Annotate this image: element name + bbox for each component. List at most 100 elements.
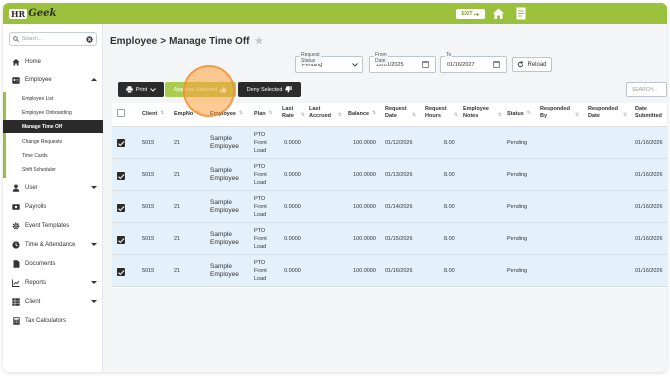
- breadcrumb-parent[interactable]: Employee: [110, 36, 157, 47]
- submenu-item-shift-scheduler[interactable]: Shift Scheduler: [3, 163, 103, 176]
- submenu-item-label: Employee List: [22, 95, 54, 102]
- sidebar-item-label: Reports: [25, 280, 47, 286]
- column-header-last-accrued[interactable]: Last Accrued ⇅: [309, 106, 342, 120]
- select-all-checkbox[interactable]: [117, 109, 125, 117]
- submenu-item-change-requests[interactable]: Change Requests: [3, 135, 103, 148]
- row-checkbox[interactable]: [117, 236, 125, 244]
- column-header-client[interactable]: Client ⇅: [142, 110, 164, 118]
- sort-icon: ⇅: [196, 110, 201, 116]
- chevron-down-icon: [150, 87, 156, 92]
- row-checkbox[interactable]: [117, 204, 125, 212]
- favorite-star-icon[interactable]: ★: [254, 36, 263, 47]
- column-header-date-submitted[interactable]: Date Submitted: [635, 106, 667, 120]
- sidebar-item-home[interactable]: Home: [3, 55, 103, 69]
- table-row[interactable]: 5015 21 Sample Employee PTO Front Load 0…: [112, 255, 667, 287]
- sidebar-item-user[interactable]: User: [3, 181, 103, 195]
- to-date-input[interactable]: 01/16/2027: [440, 56, 507, 73]
- sidebar-item-client[interactable]: Client: [3, 295, 103, 309]
- row-checkbox[interactable]: [117, 268, 125, 276]
- cell-client: 5015: [142, 204, 155, 210]
- submenu-item-employee-onboarding[interactable]: Employee Onboarding: [3, 106, 103, 119]
- sort-icon: ⇅: [238, 110, 243, 116]
- deny-label: Deny Selected: [246, 86, 283, 93]
- sidebar-item-employee[interactable]: Employee: [3, 73, 103, 87]
- cell-balance: 100.0000: [353, 204, 376, 210]
- sidebar-item-reports[interactable]: Reports: [3, 276, 103, 290]
- sidebar-search-placeholder: Search...: [22, 36, 43, 42]
- home-icon[interactable]: [492, 7, 505, 20]
- app-logo[interactable]: HR Geek: [9, 5, 56, 22]
- sidebar-item-documents[interactable]: Documents: [3, 257, 103, 271]
- cell-last-rate: 0.0000: [284, 268, 301, 274]
- column-header-responded-date[interactable]: Responded Date ⇅: [588, 106, 627, 120]
- row-checkbox[interactable]: [117, 172, 125, 180]
- chevron-down-icon: [91, 300, 97, 303]
- cell-date-submitted: 01/16/2026: [635, 268, 663, 274]
- table-row[interactable]: 5015 21 Sample Employee PTO Front Load 0…: [112, 159, 667, 191]
- cell-request-date: 01/16/2026: [385, 268, 413, 274]
- column-header-last-rate[interactable]: Last Rate ⇅: [282, 106, 305, 120]
- column-label: Responded Date: [588, 106, 618, 119]
- sidebar-item-label: Payrolls: [25, 204, 47, 210]
- document-icon: [12, 260, 20, 268]
- submenu-item-employee-list[interactable]: Employee List: [3, 92, 103, 105]
- table-row[interactable]: 5015 21 Sample Employee PTO Front Load 0…: [112, 127, 667, 159]
- column-header-balance[interactable]: Balance ⇅: [348, 110, 376, 118]
- submenu-item-manage-time-off[interactable]: Manage Time Off: [3, 120, 103, 133]
- sidebar-item-label: Tax Calculators: [25, 318, 67, 324]
- cell-plan: PTO Front Load: [254, 228, 267, 250]
- print-label: Print: [135, 86, 148, 93]
- cell-empno: 21: [174, 204, 181, 210]
- sidebar: Search... Home Employee Employee List Em…: [3, 24, 103, 372]
- cell-balance: 100.0000: [353, 236, 376, 242]
- clear-search-icon[interactable]: [86, 35, 93, 43]
- table-row[interactable]: 5015 21 Sample Employee PTO Front Load 0…: [112, 223, 667, 255]
- cell-last-rate: 0.0000: [284, 172, 301, 178]
- exit-button[interactable]: EXIT: [456, 9, 485, 19]
- cell-empno: 21: [174, 268, 181, 274]
- column-label: Responded By: [540, 106, 570, 119]
- cell-request-hours: 8.00: [444, 140, 455, 146]
- exit-arrow-icon: [473, 12, 479, 16]
- chevron-down-icon: [91, 186, 97, 189]
- sort-icon: ⇅: [268, 110, 273, 116]
- cell-last-rate: 0.0000: [284, 236, 301, 242]
- cell-plan: PTO Front Load: [254, 132, 267, 154]
- page-title: Employee > Manage Time Off ★: [110, 36, 263, 47]
- table-row[interactable]: 5015 21 Sample Employee PTO Front Load 0…: [112, 191, 667, 223]
- cell-date-submitted: 01/16/2026: [635, 140, 663, 146]
- sidebar-item-payrolls[interactable]: Payrolls: [3, 200, 103, 214]
- sidebar-search[interactable]: Search...: [9, 32, 97, 46]
- column-header-plan[interactable]: Plan ⇅: [254, 110, 273, 118]
- table-search-input[interactable]: SEARCH...: [626, 82, 667, 97]
- column-header-responded-by[interactable]: Responded By ⇅: [540, 106, 579, 120]
- submenu-item-time-cards[interactable]: Time Cards: [3, 149, 103, 162]
- app-window: HR Geek EXIT Search... Home Employee Emp…: [3, 3, 667, 372]
- column-header-employee-notes[interactable]: Employee Notes ⇅: [463, 106, 502, 120]
- search-icon: [13, 36, 19, 42]
- sidebar-item-event-templates[interactable]: Event Templates: [3, 219, 103, 233]
- reload-button[interactable]: Reload: [512, 57, 552, 72]
- document-icon[interactable]: [516, 7, 526, 20]
- cell-client: 5015: [142, 268, 155, 274]
- sort-icon: ⇅: [453, 112, 458, 118]
- column-header-empno[interactable]: EmpNo ⇅: [174, 110, 200, 118]
- row-checkbox[interactable]: [117, 139, 125, 147]
- column-header-status[interactable]: Status ⇅: [507, 110, 531, 118]
- print-button[interactable]: Print: [118, 82, 164, 97]
- sidebar-item-time-attendance[interactable]: Time & Attendance: [3, 238, 103, 252]
- sort-icon: ⇅: [526, 110, 531, 116]
- approve-selected-button[interactable]: Approve Selected: [165, 82, 236, 97]
- sidebar-item-label: Home: [25, 59, 42, 65]
- sidebar-item-tax-calculators[interactable]: Tax Calculators: [3, 314, 103, 328]
- column-label: Request Date: [385, 106, 407, 119]
- column-header-request-hours[interactable]: Request Hours ⇅: [425, 106, 458, 120]
- calendar-icon[interactable]: [422, 61, 429, 68]
- screen: HR Geek EXIT Search... Home Employee Emp…: [0, 0, 670, 380]
- column-header-request-date[interactable]: Request Date ⇅: [385, 106, 416, 120]
- deny-selected-button[interactable]: Deny Selected: [238, 82, 301, 97]
- to-date-value: 01/16/2027: [447, 61, 475, 68]
- calendar-icon[interactable]: [493, 61, 500, 68]
- cell-request-date: 01/12/2026: [385, 140, 413, 146]
- column-header-employee[interactable]: Employee ⇅: [210, 110, 243, 118]
